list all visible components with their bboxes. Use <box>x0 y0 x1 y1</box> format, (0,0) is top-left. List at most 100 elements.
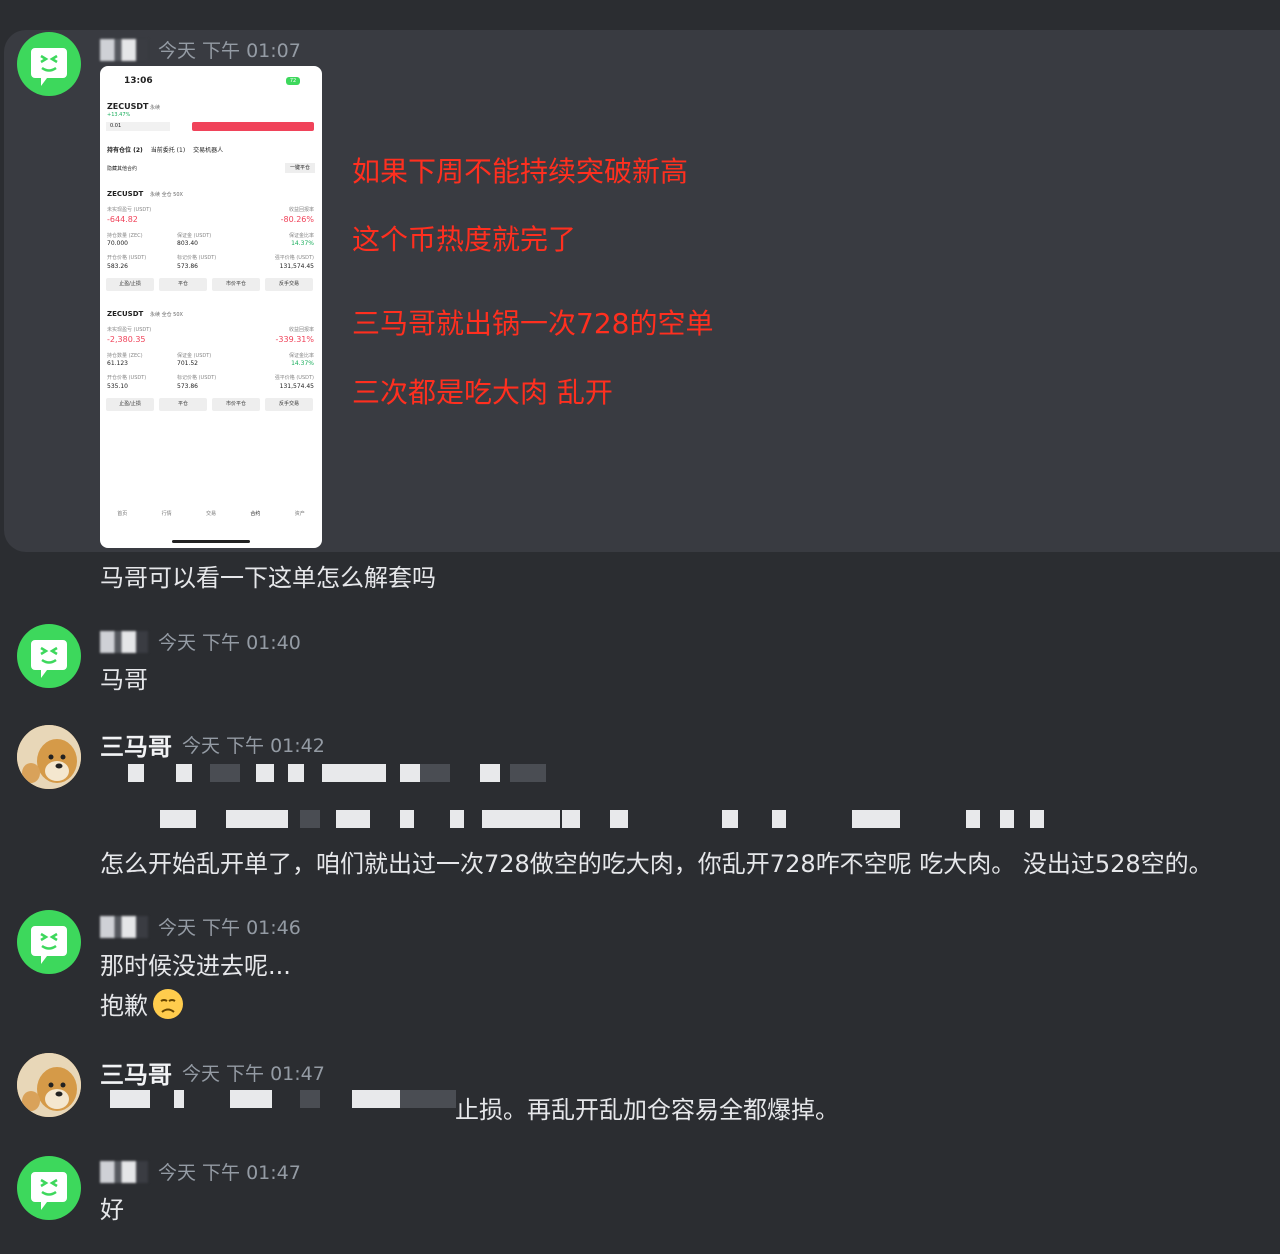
message-header: 今天 下午 01:07 <box>100 36 301 63</box>
close-button[interactable]: 平仓 <box>159 398 207 411</box>
symbol-title[interactable]: ZECUSDT <box>107 102 149 111</box>
size-value: 61.123 <box>107 360 128 367</box>
liq-value: 131,574.45 <box>279 383 314 390</box>
annotation-line: 这个币热度就完了 <box>352 223 577 256</box>
margin-ratio-value: 14.37% <box>291 240 314 247</box>
doge-avatar[interactable] <box>17 725 81 789</box>
username[interactable]: 三马哥 <box>100 727 172 762</box>
nav-home[interactable]: 首页 <box>117 510 127 517</box>
position-tags: 永续 全仓 50X <box>150 312 183 318</box>
size-label: 持仓数量 (ZEC) <box>107 353 143 359</box>
annotation-line: 三次都是吃大肉 乱开 <box>352 376 613 409</box>
pixelated-text <box>100 810 1050 830</box>
tab-orders[interactable]: 当前委托 (1) <box>151 145 185 154</box>
user-avatar[interactable] <box>17 32 81 96</box>
message-text: 抱歉 <box>100 992 148 1020</box>
position-symbol: ZECUSDT <box>107 310 144 318</box>
nav-markets[interactable]: 行情 <box>162 510 172 517</box>
margin-value: 803.40 <box>177 240 198 247</box>
doge-face-icon <box>17 725 81 789</box>
nav-assets[interactable]: 资产 <box>295 510 305 517</box>
pnl-value: -644.82 <box>107 215 138 224</box>
position-symbol: ZECUSDT <box>107 190 144 198</box>
chat-face-icon <box>31 1172 67 1210</box>
bottom-nav: 首页 行情 交易 合约 资产 <box>100 510 322 517</box>
username[interactable]: 三马哥 <box>100 1055 172 1090</box>
margin-value: 701.52 <box>177 360 198 367</box>
roe-label: 收益回报率 <box>288 207 314 213</box>
liq-label: 强平价格 (USDT) <box>274 255 314 261</box>
disappointed-face-icon <box>153 988 183 1019</box>
margin-ratio-label: 保证金比率 <box>288 233 314 239</box>
position-tags: 永续 全仓 50X <box>150 192 183 198</box>
perp-tag: 永续 <box>150 105 161 111</box>
timestamp: 今天 下午 01:42 <box>182 735 325 757</box>
size-value: 70.000 <box>107 240 128 247</box>
message-header: 今天 下午 01:47 <box>100 1158 301 1185</box>
liq-label: 强平价格 (USDT) <box>274 375 314 381</box>
tab-positions[interactable]: 持有仓位 (2) <box>107 145 143 154</box>
user-avatar[interactable] <box>17 624 81 688</box>
qty-input[interactable]: 0.01 <box>106 122 170 131</box>
margin-label: 保证金 (USDT) <box>177 233 212 239</box>
blurred-username <box>100 1160 148 1183</box>
attached-image[interactable]: 13:06 72 ZECUSDT 永续 +13.47% 0.01 持有仓位 (2… <box>100 66 322 548</box>
reverse-button[interactable]: 反手交易 <box>265 278 313 291</box>
nav-futures[interactable]: 合约 <box>250 510 260 517</box>
mark-value: 573.86 <box>177 383 198 390</box>
market-close-button[interactable]: 市价平仓 <box>212 278 260 291</box>
tpsl-button[interactable]: 止盈/止损 <box>106 398 154 411</box>
doge-face-icon <box>17 1053 81 1117</box>
reverse-button[interactable]: 反手交易 <box>265 398 313 411</box>
position-tabs: 持有仓位 (2) 当前委托 (1) 交易机器人 <box>107 145 223 154</box>
blurred-username <box>100 38 148 61</box>
user-avatar[interactable] <box>17 910 81 974</box>
pnl-value: -2,380.35 <box>107 335 146 344</box>
pnl-label: 未实现盈亏 (USDT) <box>107 207 152 213</box>
margin-ratio-value: 14.37% <box>291 360 314 367</box>
entry-value: 535.10 <box>107 383 128 390</box>
nav-trade[interactable]: 交易 <box>206 510 216 517</box>
blurred-username <box>100 630 148 653</box>
message-text: 怎么开始乱开单了，咱们就出过一次728做空的吃大肉，你乱开728咋不空呢 吃大肉… <box>100 850 1213 878</box>
message-header: 今天 下午 01:46 <box>100 913 301 940</box>
user-avatar[interactable] <box>17 1156 81 1220</box>
mark-value: 573.86 <box>177 263 198 270</box>
timestamp: 今天 下午 01:47 <box>158 1162 301 1184</box>
tpsl-button[interactable]: 止盈/止损 <box>106 278 154 291</box>
timestamp: 今天 下午 01:40 <box>158 632 301 654</box>
message-text: 马哥 <box>100 666 148 694</box>
message-header: 今天 下午 01:40 <box>100 628 301 655</box>
position-actions: 止盈/止损 平仓 市价平仓 反手交易 <box>106 278 313 291</box>
home-indicator <box>172 540 250 543</box>
margin-label: 保证金 (USDT) <box>177 353 212 359</box>
timestamp: 今天 下午 01:46 <box>158 917 301 939</box>
annotation-line: 如果下周不能持续突破新高 <box>352 155 689 188</box>
market-close-button[interactable]: 市价平仓 <box>212 398 260 411</box>
message-text: 马哥可以看一下这单怎么解套吗 <box>100 564 436 592</box>
doge-avatar[interactable] <box>17 1053 81 1117</box>
roe-value: -80.26% <box>280 215 314 224</box>
annotation-line: 三马哥就出锅一次728的空单 <box>352 307 714 340</box>
chat-face-icon <box>31 640 67 678</box>
tab-bots[interactable]: 交易机器人 <box>193 145 223 154</box>
close-all-button[interactable]: 一键平仓 <box>285 163 315 173</box>
message-header: 三马哥 今天 下午 01:42 <box>100 727 325 762</box>
mark-label: 标记价格 (USDT) <box>177 375 217 381</box>
message-text: 好 <box>100 1196 124 1224</box>
message-text: 那时候没进去呢... <box>100 952 291 980</box>
hide-other-checkbox[interactable]: 隐藏其他合约 <box>107 165 137 172</box>
close-button[interactable]: 平仓 <box>159 278 207 291</box>
size-label: 持仓数量 (ZEC) <box>107 233 143 239</box>
price-change: +13.47% <box>107 112 131 118</box>
entry-label: 开仓价格 (USDT) <box>107 375 147 381</box>
message-text: 止损。再乱开乱加仓容易全都爆掉。 <box>455 1096 839 1124</box>
sell-button[interactable] <box>192 122 314 131</box>
entry-label: 开仓价格 (USDT) <box>107 255 147 261</box>
battery-icon: 72 <box>286 77 300 85</box>
pixelated-text <box>100 1090 460 1110</box>
margin-ratio-label: 保证金比率 <box>288 353 314 359</box>
timestamp: 今天 下午 01:47 <box>182 1063 325 1085</box>
liq-value: 131,574.45 <box>279 263 314 270</box>
timestamp: 今天 下午 01:07 <box>158 40 301 62</box>
